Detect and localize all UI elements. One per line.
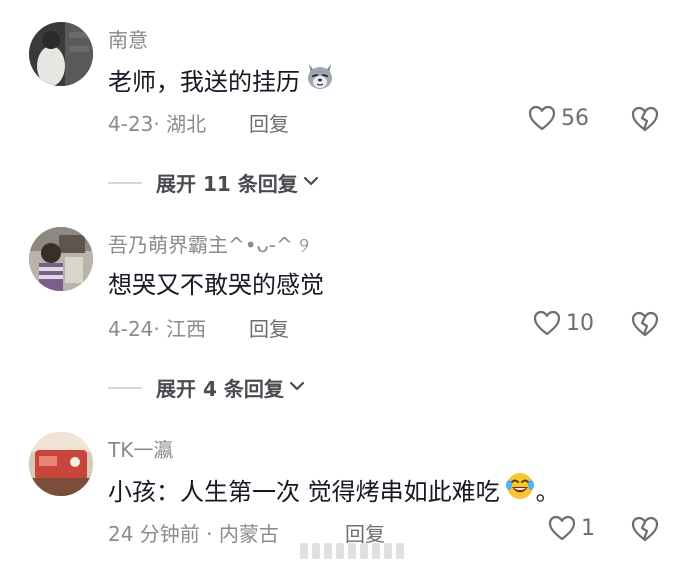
comment-meta: 24 分钟前 · 内蒙古 xyxy=(108,522,279,546)
like-button[interactable]: 1 xyxy=(547,514,595,542)
broken-heart-icon xyxy=(630,516,660,547)
dislike-button[interactable] xyxy=(630,310,660,342)
wolf-emoji-icon xyxy=(304,60,336,98)
heart-icon xyxy=(532,309,562,337)
heart-icon xyxy=(547,514,577,542)
heart-icon xyxy=(527,104,557,132)
comment-meta: 4-24· 江西 xyxy=(108,317,207,341)
like-button[interactable]: 10 xyxy=(532,309,594,337)
laughing-crying-emoji-icon xyxy=(504,470,536,508)
comment-text-suffix: 。 xyxy=(535,477,560,506)
comment-list: 南意 老师，我送的挂历 4-23· 湖北 回复 56 展开 11 条回复 吾乃萌… xyxy=(0,0,690,570)
like-count: 56 xyxy=(561,105,589,131)
broken-heart-icon xyxy=(630,311,660,342)
comment-text-content: 老师，我送的挂历 xyxy=(108,67,300,96)
comment-text-content: 想哭又不敢哭的感觉 xyxy=(108,271,324,299)
reply-button[interactable]: 回复 xyxy=(249,108,289,137)
comment-meta: 4-23· 湖北 xyxy=(108,112,207,136)
avatar[interactable] xyxy=(29,227,93,291)
divider-line xyxy=(108,386,142,389)
comment-text: 老师，我送的挂历 xyxy=(108,60,336,98)
reply-button[interactable]: 回复 xyxy=(249,313,289,342)
username[interactable]: 南意 xyxy=(108,24,148,53)
divider-line xyxy=(108,181,142,184)
broken-heart-icon xyxy=(630,106,660,137)
avatar[interactable] xyxy=(29,22,93,86)
like-button[interactable]: 56 xyxy=(527,104,589,132)
expand-replies-button[interactable]: 展开 11 条回复 xyxy=(108,168,320,197)
dislike-button[interactable] xyxy=(630,515,660,547)
username[interactable]: 吾乃萌界霸主^•ᴗ-^ ୨ xyxy=(108,229,309,258)
like-count: 10 xyxy=(566,310,594,336)
expand-replies-label: 展开 11 条回复 xyxy=(156,172,298,196)
expand-replies-label: 展开 4 条回复 xyxy=(156,377,284,401)
expand-replies-button[interactable]: 展开 4 条回复 xyxy=(108,373,306,402)
dislike-button[interactable] xyxy=(630,105,660,137)
comment-text-content: 小孩：人生第一次 觉得烤串如此难吃 xyxy=(108,477,500,506)
username[interactable]: TK一瀛 xyxy=(108,434,173,463)
watermark xyxy=(300,540,410,562)
chevron-down-icon xyxy=(298,171,320,195)
comment-text: 小孩：人生第一次 觉得烤串如此难吃 。 xyxy=(108,470,560,508)
chevron-down-icon xyxy=(284,376,306,400)
comment-text: 想哭又不敢哭的感觉 xyxy=(108,265,324,300)
like-count: 1 xyxy=(581,515,595,541)
avatar[interactable] xyxy=(29,432,93,496)
